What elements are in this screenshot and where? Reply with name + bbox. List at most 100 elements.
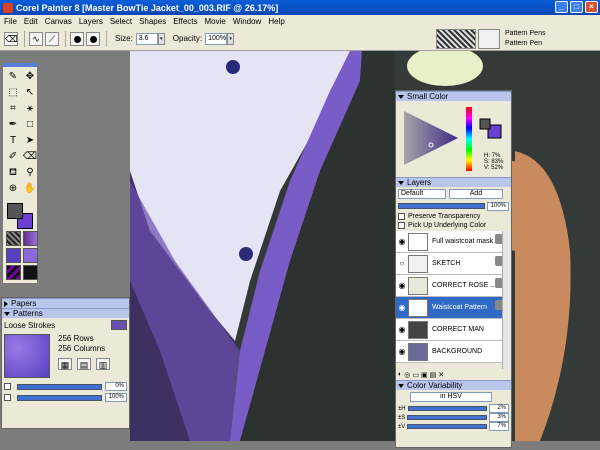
saturation-variability-slider[interactable] (407, 415, 487, 420)
layer-dynamic-icon[interactable]: ◎ (404, 371, 410, 379)
move-tool-icon[interactable]: ✥ (22, 69, 38, 84)
menu-movie[interactable]: Movie (205, 17, 226, 26)
layer-row[interactable]: ◉ Full waistcoat mask (396, 231, 511, 253)
menu-window[interactable]: Window (233, 17, 261, 26)
pattern-slider-1-value[interactable]: 0% (105, 382, 127, 391)
secondary-color-preview[interactable] (479, 118, 491, 130)
pattern-swatch-button[interactable] (111, 320, 127, 330)
text-tool-icon[interactable]: T (5, 133, 21, 148)
minimize-button[interactable]: _ (555, 1, 568, 13)
eye-icon[interactable]: ◉ (396, 303, 408, 312)
menu-edit[interactable]: Edit (24, 17, 38, 26)
selection-arrow-icon[interactable]: ➤ (22, 133, 38, 148)
layer-lock-icon[interactable]: ▤ (430, 371, 437, 379)
pattern-option-checkbox-1[interactable] (4, 383, 11, 390)
menu-select[interactable]: Select (110, 17, 132, 26)
magic-wand-icon[interactable]: ⚹ (22, 101, 38, 116)
pattern-selector-swatch[interactable] (6, 248, 21, 263)
layer-row[interactable]: ○ SKETCH (396, 253, 511, 275)
pattern-tile-icon-3[interactable]: ▥ (96, 358, 110, 370)
eye-icon[interactable]: ◉ (396, 281, 408, 290)
value-variability-slider[interactable] (407, 424, 487, 429)
eye-icon[interactable]: ◉ (396, 237, 408, 246)
pattern-slider-2-value[interactable]: 100% (105, 393, 127, 402)
layers-header[interactable]: Layers (396, 177, 511, 187)
menu-shapes[interactable]: Shapes (139, 17, 166, 26)
nozzle-selector-swatch[interactable] (6, 265, 21, 280)
pattern-slider-1[interactable] (17, 383, 102, 390)
brush-category-name[interactable]: Pattern Pens (505, 29, 545, 39)
menu-effects[interactable]: Effects (173, 17, 197, 26)
composite-method-select[interactable]: Default (398, 189, 446, 199)
delete-layer-icon[interactable]: ✕ (438, 371, 444, 379)
eye-icon[interactable]: ◉ (396, 325, 408, 334)
small-color-header[interactable]: Small Color (396, 91, 511, 101)
size-spinner[interactable]: ▾ (157, 32, 165, 45)
layer-row[interactable]: ◉ CORRECT ROSE ... (396, 275, 511, 297)
new-layer-icon[interactable]: ▭ (412, 371, 419, 379)
hue-variability-slider[interactable] (407, 406, 487, 411)
maximize-button[interactable]: □ (570, 1, 583, 13)
value-variability-value[interactable]: 7% (489, 422, 509, 431)
brush-category-thumbnail[interactable] (436, 29, 476, 49)
eyedropper-icon[interactable]: ⚲ (22, 165, 38, 180)
saturation-variability-value[interactable]: 3% (489, 413, 509, 422)
patterns-header[interactable]: Patterns (2, 308, 129, 318)
brush-tool-icon[interactable]: ✎ (5, 69, 21, 84)
rectangle-shape-icon[interactable]: □ (22, 117, 38, 132)
round-dab-icon[interactable] (70, 31, 84, 46)
layer-list[interactable]: ◉ Full waistcoat mask ○ SKETCH ◉ CORRECT RO… (396, 231, 511, 369)
layer-opacity-value[interactable]: 100% (487, 201, 509, 211)
pattern-option-checkbox-2[interactable] (4, 394, 11, 401)
papers-header[interactable]: Papers (2, 298, 129, 308)
size-input[interactable]: 3.6 (135, 32, 158, 45)
layer-row[interactable]: ◉ BACKGROUND (396, 341, 511, 363)
paint-bucket-icon[interactable]: ⛾ (5, 165, 21, 180)
grabber-hand-icon[interactable]: ✋ (22, 181, 38, 196)
eraser-tool-icon[interactable]: ⌫ (22, 149, 38, 164)
weave-selector-swatch[interactable] (23, 248, 38, 263)
close-button[interactable]: × (585, 1, 598, 13)
pattern-slider-2[interactable] (17, 394, 102, 401)
rect-select-icon[interactable]: ⬚ (5, 85, 21, 100)
hue-ring[interactable] (466, 107, 472, 171)
paper-selector-swatch[interactable] (6, 231, 21, 246)
solid-dab-icon[interactable] (86, 31, 100, 46)
eye-icon[interactable]: ○ (396, 259, 408, 268)
layer-row-selected[interactable]: ◉ Waistcoat Pattern (396, 297, 511, 319)
menu-layers[interactable]: Layers (79, 17, 103, 26)
eye-icon[interactable]: ◉ (396, 347, 408, 356)
hue-variability-value[interactable]: 2% (489, 404, 509, 413)
brush-straight-icon[interactable]: ⟋ (45, 31, 59, 46)
eraser-icon[interactable]: ⌫ (4, 31, 18, 46)
pick-up-color-checkbox[interactable] (398, 221, 405, 229)
pattern-tile-icon-1[interactable]: ▦ (58, 358, 72, 370)
pen-tool-icon[interactable]: ✒ (5, 117, 21, 132)
menu-file[interactable]: File (4, 17, 17, 26)
layer-opacity-slider[interactable] (398, 203, 485, 209)
color-squares[interactable] (7, 203, 35, 229)
magnifier-icon[interactable]: ⊕ (5, 181, 21, 196)
layer-list-scrollbar[interactable] (502, 231, 511, 369)
menu-canvas[interactable]: Canvas (45, 17, 72, 26)
brush-freehand-icon[interactable]: ∿ (29, 31, 43, 46)
opacity-input[interactable]: 100% (205, 32, 228, 45)
lasso-icon[interactable]: ↖ (22, 85, 38, 100)
menu-help[interactable]: Help (268, 17, 284, 26)
pattern-tile-icon-2[interactable]: ▤ (77, 358, 91, 370)
dropper-icon[interactable]: ✐ (5, 149, 21, 164)
layer-group-icon[interactable]: ▣ (421, 371, 428, 379)
look-selector-swatch[interactable] (23, 265, 38, 280)
main-color-square[interactable] (7, 203, 23, 219)
preserve-transparency-checkbox[interactable] (398, 212, 405, 220)
layer-row[interactable]: ◉ CORRECT MAN (396, 319, 511, 341)
color-variability-header[interactable]: Color Variability (396, 380, 511, 390)
brush-variant-thumbnail[interactable] (478, 29, 500, 49)
brush-variant-name[interactable]: Pattern Pen (505, 39, 545, 49)
opacity-spinner[interactable]: ▾ (227, 32, 235, 45)
layer-mask-icon[interactable]: ◐ (398, 371, 402, 378)
gradient-selector-swatch[interactable] (23, 231, 38, 246)
variability-mode-select[interactable]: in HSV (410, 392, 492, 402)
crop-icon[interactable]: ⌗ (5, 101, 21, 116)
composite-operation-select[interactable]: Add (449, 189, 503, 199)
